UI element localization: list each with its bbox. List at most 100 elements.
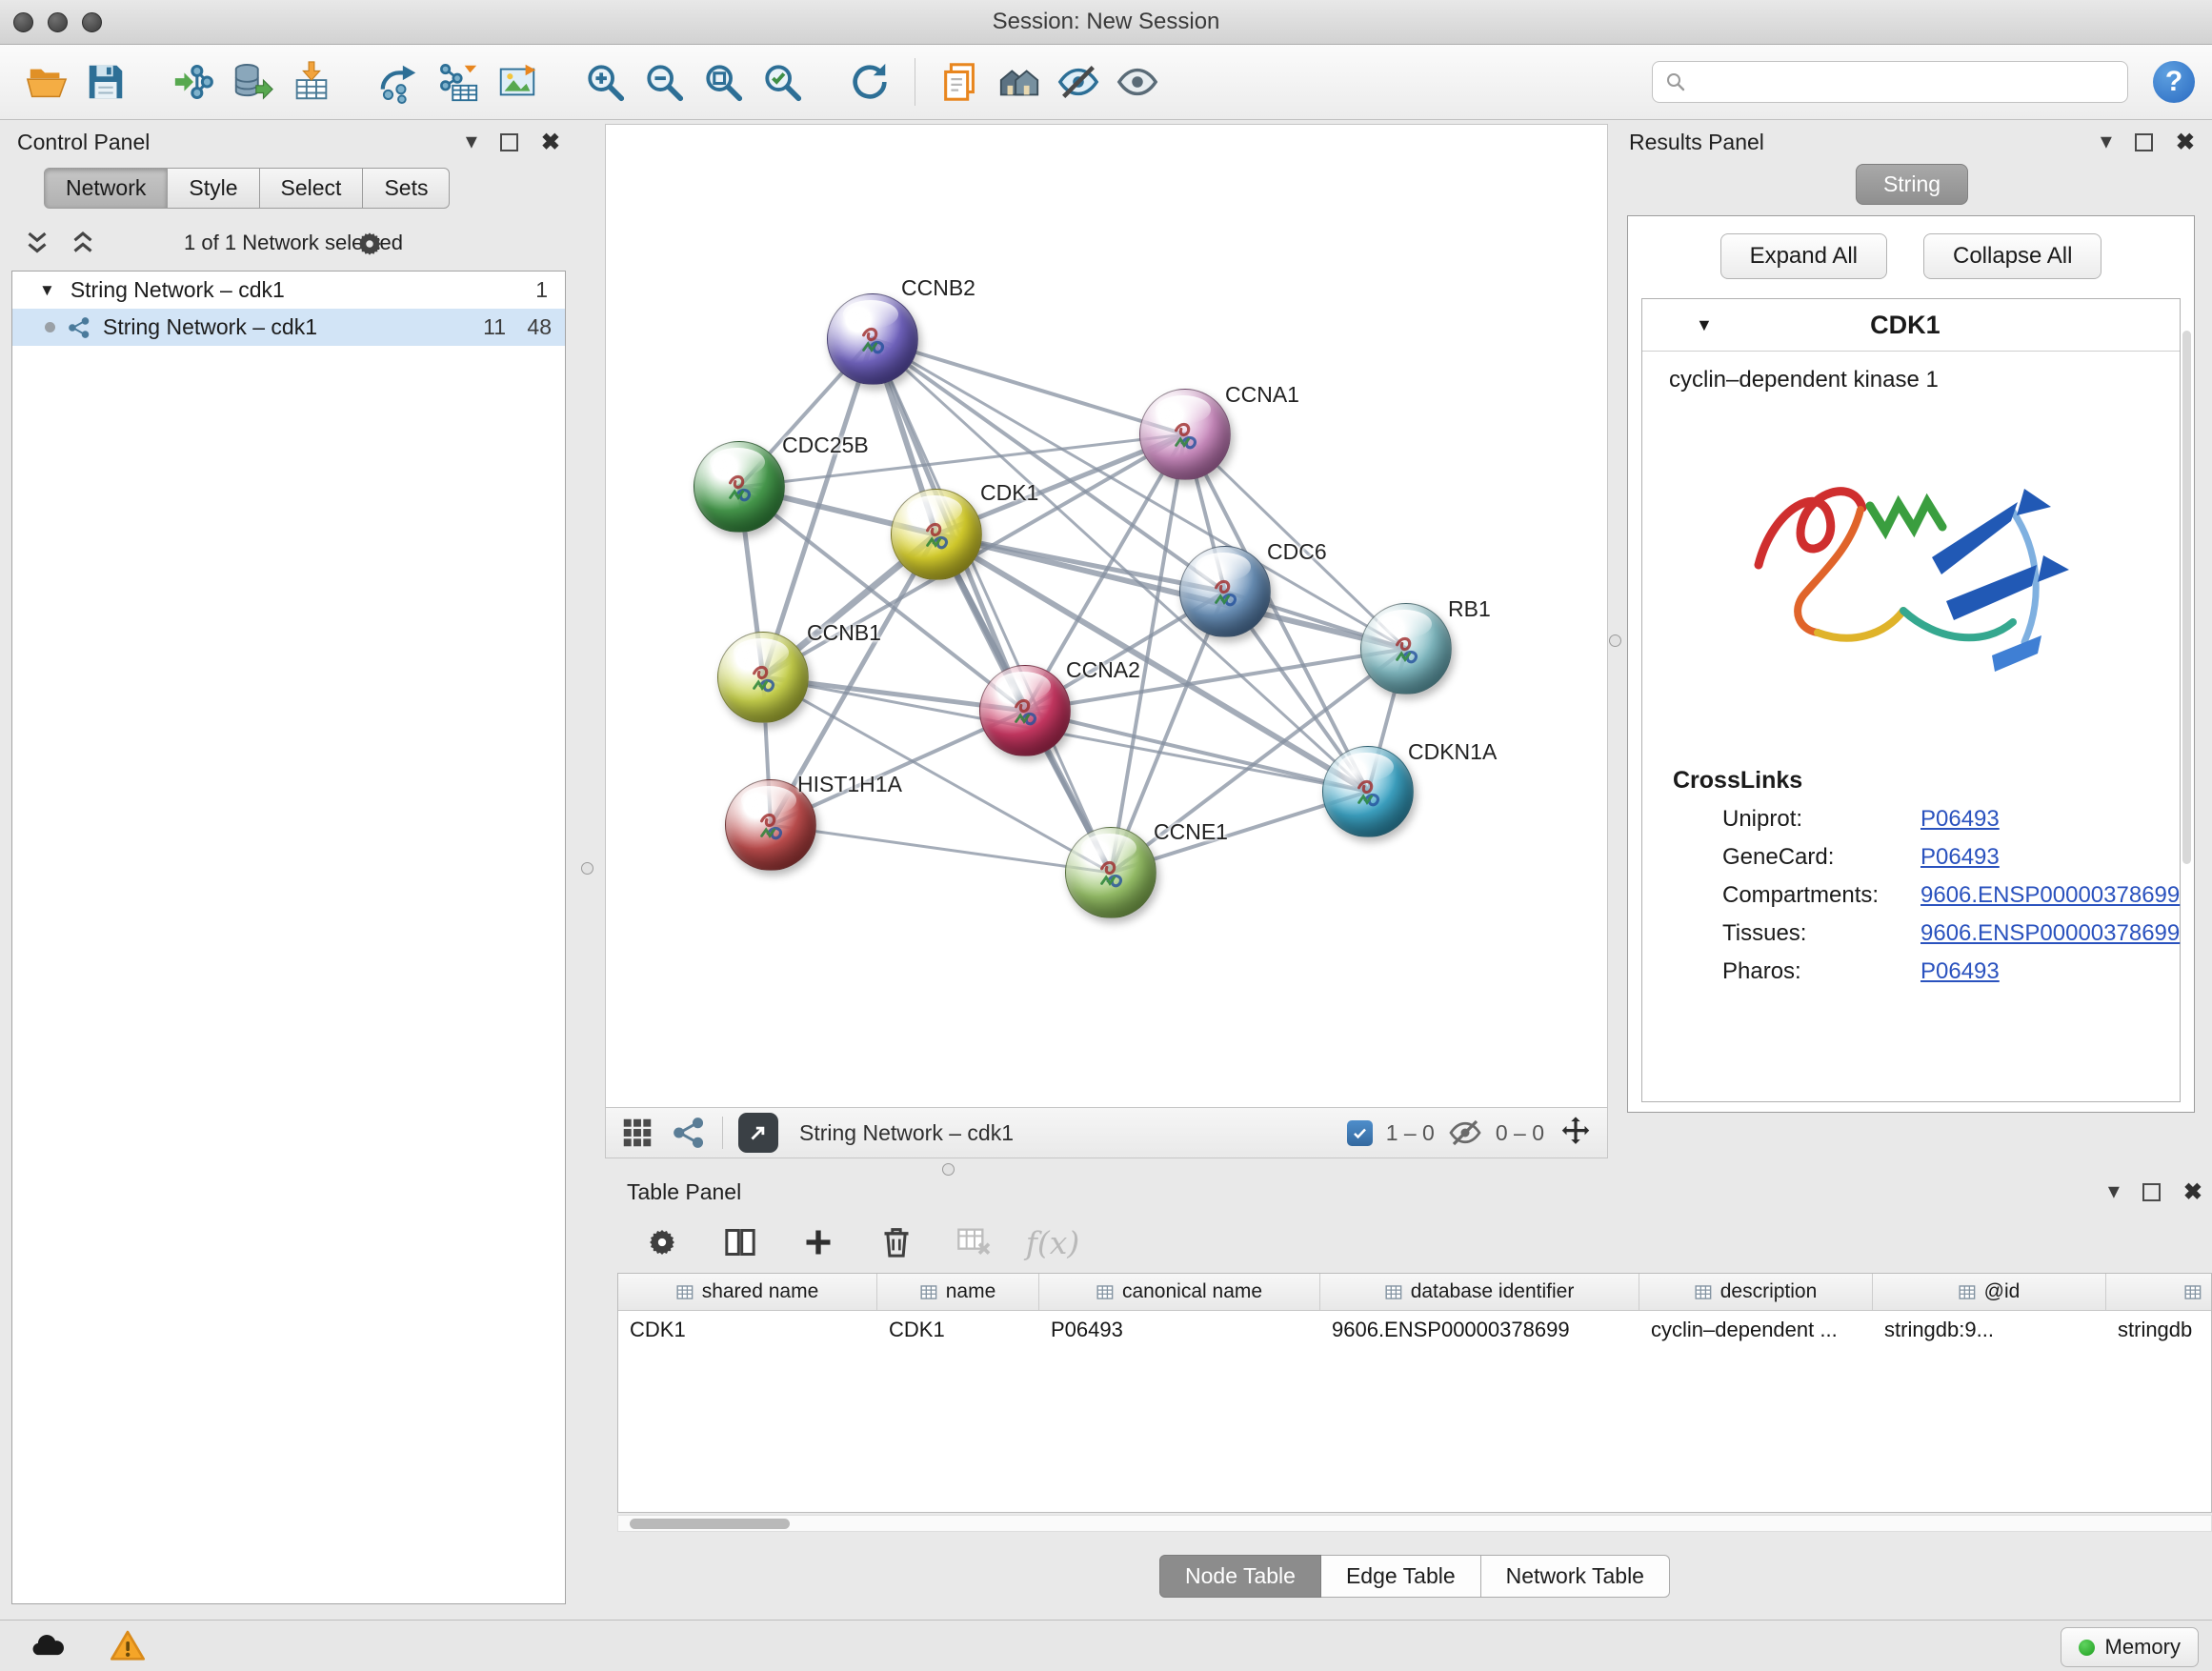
tab-network-table[interactable]: Network Table — [1481, 1555, 1670, 1598]
import-network-file-button[interactable] — [164, 52, 223, 111]
column-sort-icon[interactable] — [1385, 1283, 1403, 1301]
network-collection-row[interactable]: ▼ String Network – cdk1 1 — [12, 272, 565, 309]
share-network-icon[interactable] — [671, 1115, 707, 1151]
pop-out-button[interactable] — [738, 1113, 778, 1153]
search-input[interactable] — [1695, 69, 2116, 95]
help-button[interactable]: ? — [2153, 61, 2195, 103]
network-node-ccne1[interactable] — [1065, 827, 1156, 918]
table-menu-icon[interactable]: ▾ — [2108, 1180, 2120, 1203]
network-node-ccnb2[interactable] — [827, 293, 918, 385]
network-edge-ccnb2-ccne1[interactable] — [873, 339, 1111, 873]
table-header-name[interactable]: name — [877, 1274, 1039, 1310]
results-menu-icon[interactable]: ▾ — [2101, 131, 2112, 153]
network-edge-ccnb2-ccna1[interactable] — [873, 339, 1185, 434]
document-button[interactable] — [931, 52, 990, 111]
table-header-canonical-name[interactable]: canonical name — [1039, 1274, 1320, 1310]
table-header-database-identifier[interactable]: database identifier — [1320, 1274, 1639, 1310]
table-close-icon[interactable]: ✖ — [2183, 1178, 2202, 1206]
export-image-button[interactable] — [488, 52, 547, 111]
hide-selected-button[interactable] — [1049, 52, 1108, 111]
network-node-rb1[interactable] — [1360, 603, 1452, 695]
tab-sets[interactable]: Sets — [363, 168, 450, 209]
function-builder-button[interactable]: f(x) — [1025, 1218, 1080, 1267]
table-cell-namespace[interactable]: stringdb — [2106, 1311, 2212, 1349]
table-header-namespace[interactable]: namespace — [2106, 1274, 2212, 1310]
hscroll-thumb[interactable] — [630, 1519, 790, 1529]
column-sort-icon[interactable] — [2184, 1283, 2202, 1301]
crosslink-tissues-link[interactable]: 9606.ENSP00000378699 — [1920, 920, 2180, 947]
crosslink-uniprot-link[interactable]: P06493 — [1920, 806, 2000, 833]
save-session-button[interactable] — [76, 52, 135, 111]
grid-view-icon[interactable] — [619, 1115, 655, 1151]
zoom-out-button[interactable] — [634, 52, 694, 111]
apply-layout-button[interactable] — [840, 52, 899, 111]
zoom-in-button[interactable] — [575, 52, 634, 111]
table-header-shared-name[interactable]: shared name — [618, 1274, 877, 1310]
table-cell-canonical-name[interactable]: P06493 — [1039, 1311, 1320, 1349]
left-splitter-handle[interactable] — [581, 862, 593, 875]
tab-node-table[interactable]: Node Table — [1159, 1555, 1321, 1598]
network-node-cdc6[interactable] — [1179, 546, 1271, 637]
tab-string[interactable]: String — [1856, 164, 1968, 205]
move-crosshair-icon[interactable] — [1558, 1115, 1594, 1151]
bottom-splitter-handle[interactable] — [942, 1163, 955, 1176]
table-cell-name[interactable]: CDK1 — [877, 1311, 1039, 1349]
show-all-button[interactable] — [1108, 52, 1167, 111]
delete-column-button[interactable] — [869, 1218, 924, 1267]
open-session-button[interactable] — [17, 52, 76, 111]
column-sort-icon[interactable] — [1096, 1283, 1115, 1301]
results-scrollbar[interactable] — [2182, 331, 2191, 864]
crosslink-compartments-link[interactable]: 9606.ENSP00000378699 — [1920, 882, 2180, 909]
results-close-icon[interactable]: ✖ — [2176, 129, 2195, 156]
column-sort-icon[interactable] — [1959, 1283, 1977, 1301]
network-node-cdc25b[interactable] — [694, 441, 785, 533]
panel-menu-icon[interactable]: ▾ — [466, 131, 477, 153]
network-row-selected[interactable]: String Network – cdk1 11 48 — [12, 309, 565, 346]
expand-all-button[interactable]: Expand All — [1720, 233, 1887, 279]
network-canvas[interactable]: CCNB2CCNA1CDC25BCDK1CDC6RB1CCNB1CCNA2CDK… — [605, 124, 1608, 1108]
table-hscrollbar[interactable] — [617, 1515, 2212, 1532]
warning-icon[interactable] — [107, 1627, 149, 1665]
table-float-icon[interactable] — [2142, 1183, 2161, 1201]
home-view-button[interactable] — [990, 52, 1049, 111]
table-row[interactable]: CDK1CDK1P064939606.ENSP00000378699cyclin… — [618, 1311, 2211, 1349]
gene-card-header[interactable]: ▼ CDK1 — [1642, 299, 2180, 352]
import-network-database-button[interactable] — [223, 52, 282, 111]
right-splitter-handle[interactable] — [1609, 634, 1621, 647]
panel-float-icon[interactable] — [500, 133, 518, 151]
network-table-button[interactable] — [429, 52, 488, 111]
table-header--id[interactable]: @id — [1873, 1274, 2106, 1310]
crosslink-pharos-link[interactable]: P06493 — [1920, 958, 2000, 985]
collection-expand-icon[interactable]: ▼ — [39, 281, 55, 300]
new-network-from-selection-button[interactable] — [370, 52, 429, 111]
results-float-icon[interactable] — [2135, 133, 2153, 151]
network-node-ccnb1[interactable] — [717, 632, 809, 723]
tab-style[interactable]: Style — [168, 168, 259, 209]
tab-network[interactable]: Network — [44, 168, 168, 209]
network-node-cdk1[interactable] — [891, 489, 982, 580]
network-edge-hist1h1a-ccne1[interactable] — [771, 825, 1111, 873]
selected-checkbox[interactable] — [1347, 1120, 1373, 1146]
column-sort-icon[interactable] — [920, 1283, 938, 1301]
table-cell-database-identifier[interactable]: 9606.ENSP00000378699 — [1320, 1311, 1639, 1349]
collapse-all-button[interactable]: Collapse All — [1923, 233, 2101, 279]
column-sort-icon[interactable] — [1695, 1283, 1713, 1301]
import-table-button[interactable] — [282, 52, 341, 111]
table-cell-description[interactable]: cyclin–dependent ... — [1639, 1311, 1873, 1349]
delete-table-button[interactable] — [947, 1218, 1002, 1267]
collapse-all-icon[interactable] — [21, 227, 53, 259]
network-options-gear-icon[interactable] — [352, 227, 387, 261]
gene-collapse-icon[interactable]: ▼ — [1696, 315, 1713, 335]
network-node-cdkn1a[interactable] — [1322, 746, 1414, 837]
tab-select[interactable]: Select — [260, 168, 364, 209]
network-node-ccna2[interactable] — [979, 665, 1071, 756]
tab-edge-table[interactable]: Edge Table — [1321, 1555, 1481, 1598]
zoom-selected-button[interactable] — [753, 52, 812, 111]
zoom-fit-button[interactable] — [694, 52, 753, 111]
hidden-eye-slash-icon[interactable] — [1448, 1116, 1482, 1150]
memory-button[interactable]: Memory — [2061, 1627, 2199, 1667]
table-options-button[interactable] — [634, 1218, 690, 1267]
cloud-icon[interactable] — [27, 1627, 69, 1665]
network-node-ccna1[interactable] — [1139, 389, 1231, 480]
table-cell--id[interactable]: stringdb:9... — [1873, 1311, 2106, 1349]
